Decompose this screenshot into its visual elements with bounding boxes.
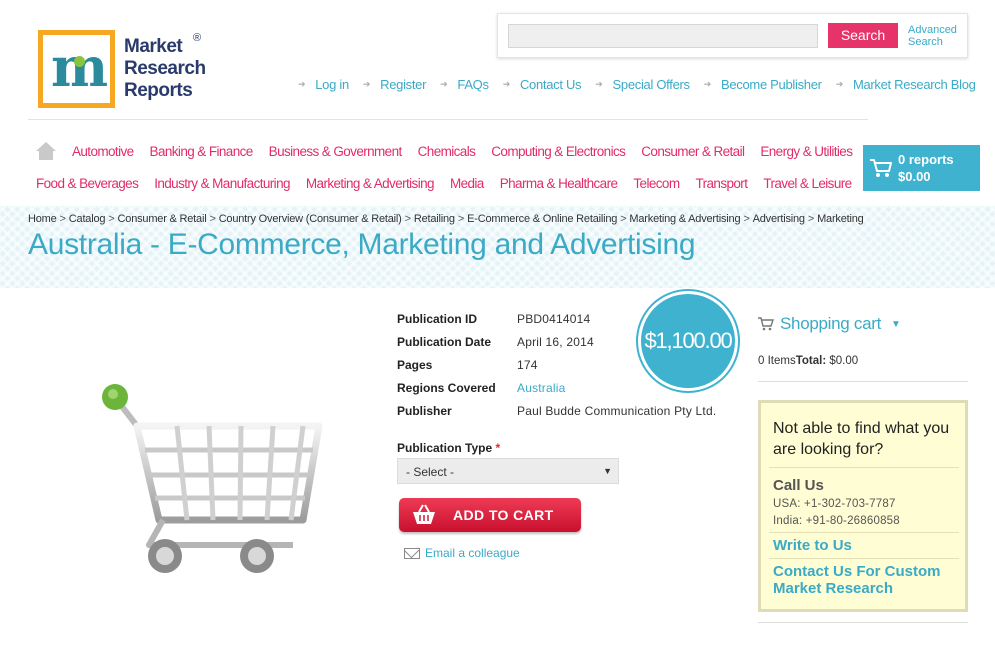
category-telecom[interactable]: Telecom (633, 176, 680, 191)
header-divider (28, 119, 868, 120)
page-title: Australia - E-Commerce, Marketing and Ad… (28, 228, 696, 261)
category-nav-row-1: Automotive Banking & Finance Business & … (72, 144, 853, 159)
arrow-icon: ➔ (595, 78, 603, 89)
category-automotive[interactable]: Automotive (72, 144, 134, 159)
logo-wordmark: Market Research Reports (124, 36, 206, 101)
cart-icon (758, 317, 774, 331)
shopping-cart-toggle[interactable]: Shopping cart ▼ (758, 314, 901, 334)
breadcrumb-home[interactable]: Home (28, 213, 57, 225)
arrow-icon: ➔ (502, 78, 511, 89)
call-us-heading: Call Us (773, 477, 824, 494)
arrow-icon: ➔ (835, 78, 844, 89)
help-box: Not able to find what you are looking fo… (758, 400, 968, 612)
phone-usa: USA: +1-302-703-7787 (773, 498, 896, 510)
arrow-icon: ➔ (440, 78, 448, 89)
top-links: ➔ Log in ➔ Register ➔ FAQs ➔ Contact Us ➔ Spe… (298, 76, 976, 92)
category-computing-electronics[interactable]: Computing & Electronics (491, 144, 626, 159)
chevron-down-icon: ▼ (603, 466, 612, 476)
advanced-search-link[interactable]: Advanced Search (908, 24, 966, 48)
search-button[interactable]: Search (828, 23, 898, 48)
faqs-link[interactable]: ➔ FAQs (440, 76, 489, 92)
logo-dot (74, 56, 85, 67)
arrow-icon: ➔ (362, 78, 371, 89)
category-business-government[interactable]: Business & Government (269, 144, 403, 159)
email-colleague-link[interactable]: Email a colleague (404, 546, 520, 560)
breadcrumb-marketing-advertising[interactable]: Marketing & Advertising (629, 213, 740, 225)
publication-date: April 16, 2014 (517, 335, 594, 349)
arrow-icon: ➔ (298, 78, 306, 89)
chevron-down-icon: ▼ (891, 318, 901, 330)
cart-amount: $0.00 (898, 169, 931, 184)
blog-link[interactable]: ➔ Market Research Blog (836, 76, 976, 92)
category-nav-row-2: Food & Beverages Industry & Manufacturin… (36, 176, 852, 191)
region-link[interactable]: Australia (517, 381, 566, 395)
category-media[interactable]: Media (450, 176, 484, 191)
sidebar-divider (758, 381, 968, 382)
login-link[interactable]: ➔ Log in (298, 76, 349, 92)
logo-mark: m (38, 30, 115, 108)
help-question: Not able to find what you are looking fo… (773, 420, 950, 458)
breadcrumb-country-overview[interactable]: Country Overview (Consumer & Retail) (219, 213, 402, 225)
arrow-icon: ➔ (703, 78, 712, 89)
publication-type-label: Publication Type * (397, 441, 501, 455)
search-panel: Search Advanced Search (497, 13, 968, 58)
contact-us-link[interactable]: ➔ Contact Us (503, 76, 582, 92)
sidebar-divider (758, 622, 968, 623)
header-cart-button[interactable]: 0 reports $0.00 (863, 145, 980, 191)
cart-summary-line: 0 ItemsTotal: $0.00 (758, 355, 859, 367)
breadcrumb: Home > Catalog > Consumer & Retail > Country O… (28, 213, 864, 225)
special-offers-link[interactable]: ➔ Special Offers (595, 76, 690, 92)
breadcrumb-consumer-retail[interactable]: Consumer & Retail (118, 213, 207, 225)
breadcrumb-current: Marketing (817, 213, 864, 225)
category-marketing-advertising[interactable]: Marketing & Advertising (306, 176, 435, 191)
category-pharma-healthcare[interactable]: Pharma & Healthcare (500, 176, 618, 191)
breadcrumb-ecommerce[interactable]: E-Commerce & Online Retailing (467, 213, 617, 225)
page-count: 174 (517, 358, 538, 372)
register-link[interactable]: ➔ Register (362, 76, 427, 92)
write-to-us-link[interactable]: Write to Us (773, 537, 852, 554)
search-input[interactable] (508, 24, 818, 48)
required-mark: * (495, 441, 501, 455)
breadcrumb-catalog[interactable]: Catalog (69, 213, 106, 225)
become-publisher-link[interactable]: ➔ Become Publisher (704, 76, 822, 92)
category-banking-finance[interactable]: Banking & Finance (150, 144, 254, 159)
category-food-beverages[interactable]: Food & Beverages (36, 176, 139, 191)
category-chemicals[interactable]: Chemicals (418, 144, 476, 159)
shopping-cart-product-image (102, 384, 323, 573)
publication-type-select[interactable]: - Select - ▼ (397, 458, 619, 484)
site-logo[interactable]: m Market Research Reports ® (38, 30, 213, 110)
category-industry-manufacturing[interactable]: Industry & Manufacturing (154, 176, 290, 191)
category-energy-utilities[interactable]: Energy & Utilities (760, 144, 853, 159)
phone-india: India: +91-80-26860858 (773, 515, 900, 527)
home-icon[interactable] (36, 142, 56, 160)
category-travel-leisure[interactable]: Travel & Leisure (763, 176, 852, 191)
registered-mark: ® (193, 32, 202, 44)
custom-research-link[interactable]: Contact Us For Custom Market Research (773, 563, 963, 597)
breadcrumb-advertising[interactable]: Advertising (753, 213, 805, 225)
price-badge: $1,100.00 (638, 291, 738, 391)
category-consumer-retail[interactable]: Consumer & Retail (641, 144, 745, 159)
breadcrumb-retailing[interactable]: Retailing (414, 213, 455, 225)
add-to-cart-button[interactable]: ADD TO CART (399, 498, 581, 532)
publication-id: PBD0414014 (517, 312, 591, 326)
envelope-icon (404, 547, 420, 559)
cart-report-count: 0 reports (898, 152, 954, 167)
publisher-name: Paul Budde Communication Pty Ltd. (517, 404, 717, 418)
basket-icon (413, 504, 435, 524)
cart-icon (870, 159, 892, 177)
logo-letter: m (51, 35, 109, 99)
category-transport[interactable]: Transport (695, 176, 747, 191)
